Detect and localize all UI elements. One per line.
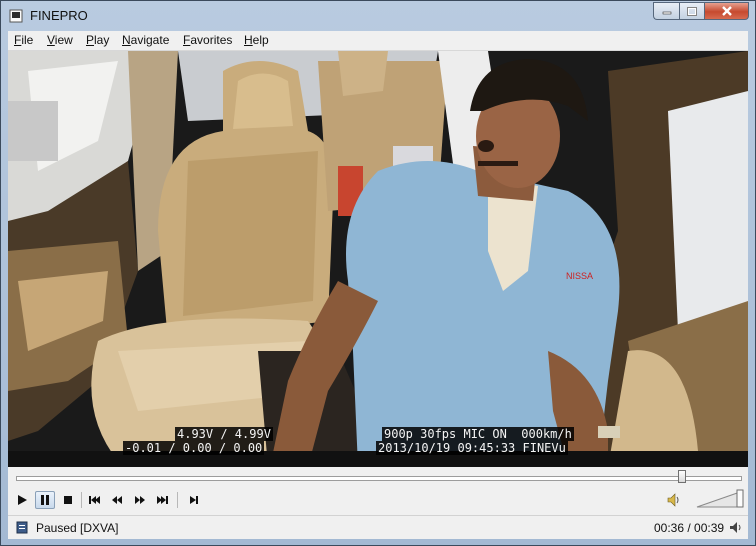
- app-icon: [9, 9, 23, 23]
- frame-step-button[interactable]: [184, 491, 204, 509]
- skip-back-icon: [89, 496, 100, 504]
- toolbar-separator: [177, 492, 178, 508]
- menu-favorites[interactable]: Favorites: [183, 33, 232, 47]
- minimize-icon: [662, 11, 671, 15]
- volume-slider[interactable]: [696, 489, 744, 509]
- stop-icon: [64, 496, 72, 504]
- playback-status: Paused [DXVA]: [36, 521, 119, 535]
- menu-file[interactable]: File: [14, 33, 33, 47]
- seek-bar[interactable]: [16, 476, 742, 481]
- menu-bar: File View Play Navigate Favorites Help: [8, 31, 748, 51]
- close-button[interactable]: [705, 2, 749, 20]
- window-title: FINEPRO: [30, 8, 88, 23]
- fast-forward-button[interactable]: [130, 491, 150, 509]
- recording-info-overlay: 900p 30fps MIC ON 000km/h: [382, 427, 574, 441]
- minimize-button[interactable]: [653, 2, 679, 20]
- title-bar[interactable]: FINEPRO: [1, 1, 755, 31]
- rewind-button[interactable]: [107, 491, 127, 509]
- menu-view[interactable]: View: [47, 33, 73, 47]
- menu-play[interactable]: Play: [86, 33, 109, 47]
- step-forward-icon: [135, 496, 145, 504]
- close-icon: [721, 6, 732, 16]
- pause-button[interactable]: [35, 491, 55, 509]
- skip-forward-icon: [157, 496, 168, 504]
- playback-controls: [8, 467, 748, 515]
- dashcam-scene: NISSA: [8, 51, 748, 467]
- volume-thumb[interactable]: [736, 489, 744, 508]
- play-button[interactable]: [12, 491, 32, 509]
- toolbar-separator: [81, 492, 82, 508]
- next-button[interactable]: [153, 491, 173, 509]
- mute-button[interactable]: [664, 491, 684, 509]
- time-display: 00:36 / 00:39: [654, 521, 725, 535]
- status-icon: [16, 521, 28, 534]
- maximize-icon: [687, 6, 697, 16]
- speaker-icon: [667, 493, 679, 507]
- frame-step-icon: [190, 496, 198, 504]
- video-frame[interactable]: NISSA 4.93V / 4.99V -0.01 / 0.00 / 0.00 …: [8, 51, 748, 467]
- previous-button[interactable]: [84, 491, 104, 509]
- timestamp-overlay: 2013/10/19 09:45:33 FINEVu: [376, 441, 568, 455]
- maximize-button[interactable]: [679, 2, 705, 20]
- pause-icon: [41, 495, 49, 505]
- play-icon: [18, 495, 27, 505]
- seek-thumb[interactable]: [678, 470, 687, 483]
- menu-navigate[interactable]: Navigate: [122, 33, 169, 47]
- player-window: FINEPRO File View Play Navigate Favorite…: [0, 0, 756, 546]
- gsensor-overlay: -0.01 / 0.00 / 0.00: [123, 441, 265, 455]
- status-bar: Paused [DXVA] 00:36 / 00:39: [8, 515, 748, 539]
- menu-help[interactable]: Help: [244, 33, 269, 47]
- audio-status-icon: [730, 522, 741, 533]
- step-back-icon: [112, 496, 122, 504]
- voltage-overlay: 4.93V / 4.99V: [175, 427, 273, 441]
- stop-button[interactable]: [58, 491, 78, 509]
- shirt-logo: NISSA: [566, 271, 593, 281]
